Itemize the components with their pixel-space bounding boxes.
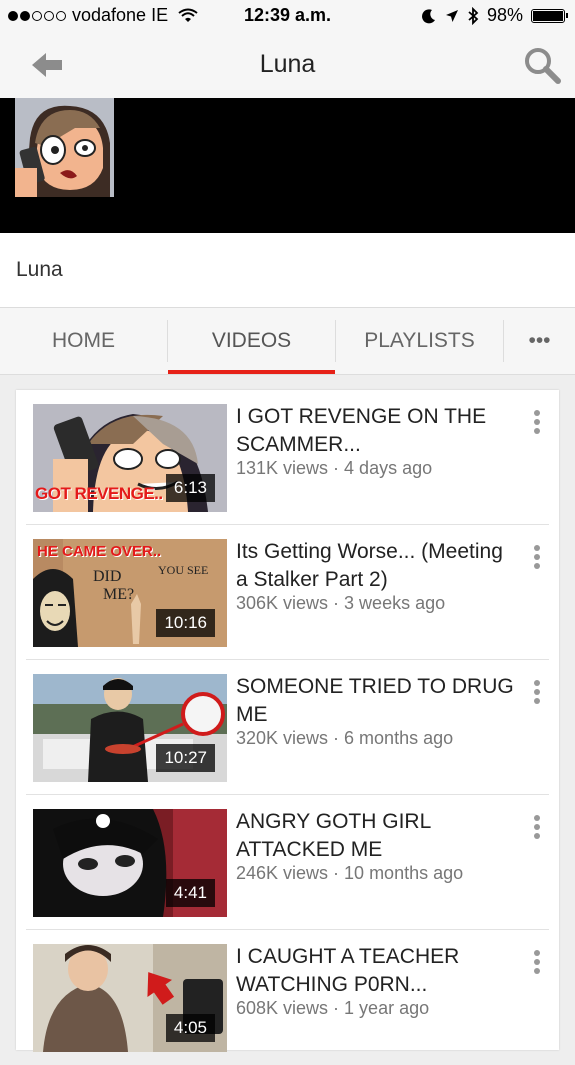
search-button[interactable] [523, 46, 563, 86]
video-duration: 10:16 [156, 609, 215, 637]
tab-home[interactable]: HOME [0, 308, 167, 374]
svg-text:DID: DID [93, 568, 121, 585]
list-item: 4:41 ANGRY GOTH GIRL ATTACKED ME 246K vi… [16, 795, 559, 930]
list-item: GOT REVENGE.. 6:13 I GOT REVENGE ON THE … [16, 390, 559, 525]
video-duration: 6:13 [165, 474, 215, 502]
tab-videos[interactable]: VIDEOS [168, 308, 335, 374]
battery-icon [531, 8, 568, 23]
channel-avatar[interactable] [15, 98, 114, 197]
video-thumbnail[interactable]: 10:27 [33, 674, 227, 782]
status-bar: vodafone IE 12:39 a.m. 98% [0, 0, 575, 32]
video-duration: 10:27 [156, 744, 215, 772]
video-title[interactable]: I GOT REVENGE ON THE SCAMMER... [236, 403, 516, 459]
svg-text:ME?: ME? [103, 586, 134, 603]
more-options-button[interactable] [526, 815, 548, 845]
video-meta: 306K views · 3 weeks ago [236, 593, 446, 613]
search-icon [525, 48, 561, 84]
battery-percent: 98% [486, 5, 523, 25]
video-title[interactable]: I CAUGHT A TEACHER WATCHING P0RN... [236, 943, 516, 999]
list-item: 4:05 I CAUGHT A TEACHER WATCHING P0RN...… [16, 930, 559, 1065]
more-options-button[interactable] [526, 545, 548, 575]
video-thumbnail[interactable]: GOT REVENGE.. 6:13 [33, 404, 227, 512]
video-list: GOT REVENGE.. 6:13 I GOT REVENGE ON THE … [16, 390, 559, 1052]
more-options-button[interactable] [526, 950, 548, 980]
tab-more[interactable]: ••• [504, 308, 575, 374]
video-meta: 246K views · 10 months ago [236, 863, 464, 883]
video-title[interactable]: Its Getting Worse... (Meeting a Stalker … [236, 538, 516, 594]
avatar-illustration [15, 98, 114, 197]
list-item: DID ME? YOU SEE HE CAME OVER.. 10:16 Its… [16, 525, 559, 660]
video-duration: 4:41 [165, 879, 215, 907]
video-duration: 4:05 [165, 1014, 215, 1042]
more-options-button[interactable] [526, 410, 548, 440]
bluetooth-icon [468, 6, 479, 25]
list-item: 10:27 SOMEONE TRIED TO DRUG ME 320K view… [16, 660, 559, 795]
moon-icon [422, 8, 435, 23]
location-arrow-icon [445, 9, 458, 22]
active-tab-indicator [168, 370, 335, 374]
video-meta: 608K views · 1 year ago [236, 998, 430, 1018]
more-options-button[interactable] [526, 680, 548, 710]
battery-level-fill [533, 10, 563, 21]
channel-banner [0, 98, 575, 233]
channel-name-row: Luna [0, 233, 575, 308]
video-meta: 320K views · 6 months ago [236, 728, 454, 748]
video-title[interactable]: SOMEONE TRIED TO DRUG ME [236, 673, 516, 729]
video-title[interactable]: ANGRY GOTH GIRL ATTACKED ME [236, 808, 516, 864]
page-title: Luna [259, 50, 316, 78]
video-thumbnail[interactable]: DID ME? YOU SEE HE CAME OVER.. 10:16 [33, 539, 227, 647]
channel-name: Luna [16, 258, 63, 281]
svg-text:YOU SEE: YOU SEE [158, 563, 208, 577]
thumbnail-caption: GOT REVENGE.. [35, 484, 163, 503]
tab-playlists[interactable]: PLAYLISTS [336, 308, 503, 374]
video-thumbnail[interactable]: 4:41 [33, 809, 227, 917]
thumbnail-caption: HE CAME OVER.. [37, 543, 162, 560]
navigation-bar: Luna [0, 32, 575, 98]
video-thumbnail[interactable]: 4:05 [33, 944, 227, 1052]
video-meta: 131K views · 4 days ago [236, 458, 433, 478]
channel-tabs: HOME VIDEOS PLAYLISTS ••• [0, 308, 575, 375]
